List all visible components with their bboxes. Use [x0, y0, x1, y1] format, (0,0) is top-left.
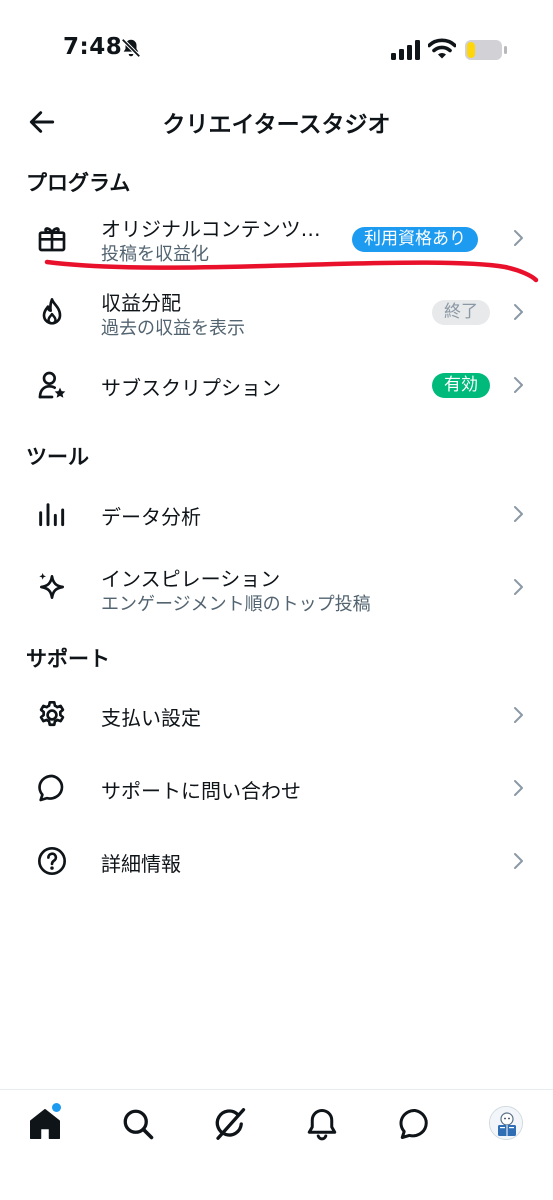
- sparkle-icon: [39, 573, 64, 599]
- gift-icon: [38, 227, 66, 252]
- bar-chart-icon: [39, 503, 65, 527]
- gear-icon: [39, 701, 65, 727]
- item-subtitle: 投稿を収益化: [101, 244, 209, 265]
- item-title: サポートに問い合わせ: [101, 779, 301, 803]
- ended-badge: 終了: [432, 300, 490, 325]
- chevron-right-icon: [514, 304, 523, 320]
- person-star-icon: [38, 371, 66, 399]
- notifications-tab[interactable]: [304, 1106, 340, 1142]
- messages-tab[interactable]: [397, 1106, 433, 1142]
- chevron-right-icon: [514, 377, 523, 393]
- notification-dot: [52, 1103, 61, 1112]
- chevron-right-icon: [514, 579, 523, 595]
- profile-avatar[interactable]: [489, 1106, 523, 1140]
- section-title-program: プログラム: [26, 171, 131, 195]
- chevron-right-icon: [514, 230, 523, 246]
- messages-icon: [399, 1108, 428, 1139]
- chat-bubble-icon: [38, 774, 64, 802]
- item-subtitle: 過去の収益を表示: [101, 318, 245, 339]
- status-bar: 7:48: [0, 0, 553, 100]
- chevron-right-icon: [514, 707, 523, 723]
- active-badge: 有効: [432, 373, 490, 398]
- menu-item-analytics[interactable]: データ分析: [0, 479, 553, 549]
- menu-item-inspiration[interactable]: インスピレーション エンゲージメント順のトップ投稿: [0, 553, 553, 623]
- section-title-tools: ツール: [26, 445, 89, 469]
- search-icon: [123, 1109, 154, 1140]
- eligible-badge: 利用資格あり: [352, 227, 478, 252]
- menu-item-payment-settings[interactable]: 支払い設定: [0, 680, 553, 750]
- app-screen: 7:48 クリエイタースタジオ プログラム オリジナルコンテンツ… 投稿を収益化…: [0, 0, 553, 1200]
- search-tab[interactable]: [120, 1106, 156, 1142]
- item-title: 収益分配: [101, 291, 181, 315]
- bottom-navigation: [0, 1089, 553, 1200]
- menu-item-original-content[interactable]: オリジナルコンテンツ… 投稿を収益化 利用資格あり: [0, 202, 553, 272]
- status-time: 7:48: [63, 34, 123, 60]
- notifications-bell-icon: [307, 1109, 337, 1141]
- item-title: インスピレーション: [101, 567, 281, 591]
- cellular-signal-icon: [391, 40, 420, 60]
- battery-icon: [465, 40, 507, 60]
- flame-icon: [42, 298, 62, 325]
- item-subtitle: エンゲージメント順のトップ投稿: [101, 594, 371, 615]
- bell-slash-icon: [121, 38, 141, 58]
- menu-item-revenue-sharing[interactable]: 収益分配 過去の収益を表示 終了: [0, 276, 553, 346]
- item-title: 詳細情報: [101, 852, 181, 876]
- wifi-icon: [428, 38, 456, 59]
- menu-item-subscriptions[interactable]: サブスクリプション 有効: [0, 350, 553, 420]
- item-title: サブスクリプション: [101, 376, 281, 400]
- menu-item-more-info[interactable]: 詳細情報: [0, 826, 553, 896]
- menu-item-contact-support[interactable]: サポートに問い合わせ: [0, 753, 553, 823]
- chevron-right-icon: [514, 780, 523, 796]
- item-title: データ分析: [101, 505, 201, 529]
- section-title-support: サポート: [26, 647, 110, 671]
- chevron-right-icon: [514, 853, 523, 869]
- avatar-image: [490, 1107, 522, 1139]
- question-circle-icon: [38, 847, 66, 875]
- grok-tab[interactable]: [212, 1106, 248, 1142]
- home-icon: [30, 1109, 60, 1139]
- grok-icon: [215, 1108, 246, 1140]
- header: クリエイタースタジオ: [0, 100, 553, 144]
- chevron-right-icon: [514, 506, 523, 522]
- item-title: オリジナルコンテンツ…: [101, 217, 321, 241]
- item-title: 支払い設定: [101, 706, 201, 730]
- page-title: クリエイタースタジオ: [162, 112, 391, 138]
